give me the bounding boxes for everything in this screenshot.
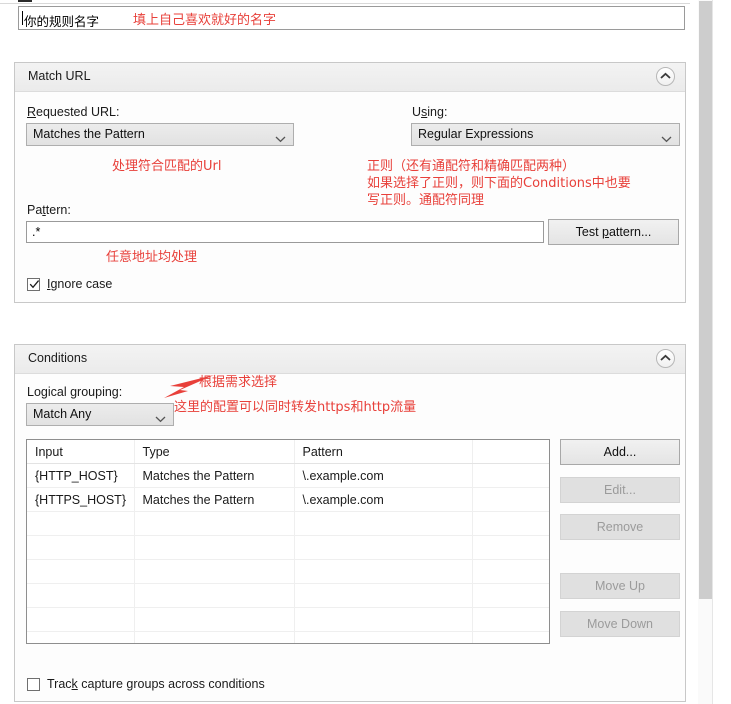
table-cell[interactable] <box>27 583 135 608</box>
table-cell[interactable] <box>134 631 295 643</box>
pattern-input[interactable]: .* <box>26 221 544 243</box>
requested-url-label: Requested URL: <box>27 105 120 119</box>
add-condition-button[interactable]: Add... <box>560 439 680 465</box>
table-cell[interactable]: \.example.com <box>294 487 473 512</box>
table-cell[interactable] <box>472 607 549 632</box>
cutoff-element-top <box>18 0 32 2</box>
table-cell[interactable] <box>472 583 549 608</box>
table-cell[interactable] <box>134 535 295 560</box>
table-cell[interactable] <box>472 535 549 560</box>
table-row[interactable] <box>27 559 549 584</box>
table-row[interactable] <box>27 583 549 608</box>
table-cell[interactable] <box>294 535 473 560</box>
ignore-case-label: Ignore case <box>47 277 113 291</box>
table-cell[interactable] <box>472 463 549 488</box>
table-cell[interactable] <box>294 607 473 632</box>
scrollbar-thumb[interactable] <box>699 1 712 599</box>
table-cell[interactable] <box>472 631 549 643</box>
conditions-panel-title: Conditions <box>28 351 88 365</box>
using-label: Using: <box>412 105 448 119</box>
rule-name-value: 你的规则名字 <box>24 15 100 29</box>
using-value: Regular Expressions <box>418 127 534 141</box>
column-header-pattern[interactable]: Pattern <box>294 440 473 464</box>
logical-grouping-value: Match Any <box>33 407 92 421</box>
pattern-value: .* <box>32 225 41 239</box>
table-cell[interactable] <box>27 631 135 643</box>
annotation-conditions-note: 这里的配置可以同时转发https和http流量 <box>174 400 417 415</box>
chevron-up-circle-icon[interactable] <box>656 67 675 86</box>
table-row[interactable] <box>27 607 549 632</box>
rule-name-input[interactable]: 你的规则名字 <box>18 6 685 30</box>
conditions-panel-header <box>15 345 685 374</box>
table-row[interactable]: {HTTP_HOST} Matches the Pattern \.example.… <box>27 463 549 488</box>
column-header-input[interactable]: Input <box>27 440 135 464</box>
remove-condition-button[interactable]: Remove <box>560 514 680 540</box>
table-cell[interactable]: Matches the Pattern <box>134 487 295 512</box>
pattern-label: Pattern: <box>27 203 71 217</box>
cutoff-divider-top <box>0 3 690 4</box>
table-cell[interactable] <box>294 511 473 536</box>
conditions-table-grid: Input Type Pattern {HTTP_HOST} Matches th… <box>27 440 549 643</box>
annotation-pattern: 任意地址均处理 <box>106 250 198 265</box>
table-row[interactable] <box>27 535 549 560</box>
table-row[interactable] <box>27 631 549 643</box>
annotation-rule-name: 填上自己喜欢就好的名字 <box>133 13 277 28</box>
rewrite-rule-editor: 你的规则名字 填上自己喜欢就好的名字 Match URL Requested U… <box>0 0 731 704</box>
chevron-down-icon <box>155 412 166 426</box>
table-cell[interactable] <box>27 535 135 560</box>
move-down-button[interactable]: Move Down <box>560 611 680 637</box>
annotation-using: 正则（还有通配符和精确匹配两种） 如果选择了正则，则下面的Conditions中… <box>367 159 631 208</box>
annotation-requested-url: 处理符合匹配的Url <box>112 159 222 174</box>
table-cell[interactable] <box>294 559 473 584</box>
table-cell[interactable] <box>134 559 295 584</box>
table-cell[interactable] <box>27 607 135 632</box>
table-cell[interactable] <box>134 583 295 608</box>
chevron-down-icon <box>275 132 286 146</box>
match-url-panel-title: Match URL <box>28 69 91 83</box>
table-header-row: Input Type Pattern <box>27 440 549 464</box>
checkbox-box <box>27 278 40 291</box>
text-caret <box>22 11 23 25</box>
edit-condition-button[interactable]: Edit... <box>560 477 680 503</box>
move-up-button[interactable]: Move Up <box>560 573 680 599</box>
test-pattern-button[interactable]: Test pattern... <box>548 219 679 245</box>
table-cell[interactable] <box>134 511 295 536</box>
table-cell[interactable]: {HTTPS_HOST} <box>27 487 135 512</box>
logical-grouping-label: Logical grouping: <box>27 385 123 399</box>
conditions-table-head: Input Type Pattern <box>27 440 549 464</box>
table-row[interactable] <box>27 511 549 536</box>
table-cell[interactable] <box>472 511 549 536</box>
logical-grouping-select[interactable]: Match Any <box>26 403 174 426</box>
using-select[interactable]: Regular Expressions <box>411 123 680 146</box>
table-cell[interactable] <box>134 607 295 632</box>
requested-url-select[interactable]: Matches the Pattern <box>26 123 294 146</box>
table-cell[interactable] <box>472 559 549 584</box>
track-capture-groups-label: Track capture groups across conditions <box>47 677 265 691</box>
table-cell[interactable]: \.example.com <box>294 463 473 488</box>
check-icon <box>29 279 40 293</box>
table-cell[interactable] <box>294 631 473 643</box>
window-right-edge <box>712 0 731 704</box>
requested-url-value: Matches the Pattern <box>33 127 145 141</box>
table-cell[interactable]: Matches the Pattern <box>134 463 295 488</box>
table-cell[interactable]: {HTTP_HOST} <box>27 463 135 488</box>
match-url-panel-header <box>15 63 685 92</box>
chevron-up-circle-icon[interactable] <box>656 349 675 368</box>
column-header-blank[interactable] <box>472 440 549 464</box>
conditions-table[interactable]: Input Type Pattern {HTTP_HOST} Matches th… <box>26 439 550 644</box>
vertical-scrollbar[interactable] <box>698 0 713 704</box>
conditions-table-body: {HTTP_HOST} Matches the Pattern \.example.… <box>27 463 549 643</box>
annotation-logical-grouping: 根据需求选择 <box>199 375 278 390</box>
conditions-panel: Conditions Logical grouping: Match Any I… <box>14 344 686 702</box>
chevron-up-glyph <box>660 72 671 79</box>
chevron-down-icon <box>661 132 672 146</box>
chevron-up-glyph <box>660 354 671 361</box>
table-cell[interactable] <box>27 559 135 584</box>
table-cell[interactable] <box>27 511 135 536</box>
table-cell[interactable] <box>294 583 473 608</box>
column-header-type[interactable]: Type <box>134 440 295 464</box>
table-row[interactable]: {HTTPS_HOST} Matches the Pattern \.example… <box>27 487 549 512</box>
table-cell[interactable] <box>472 487 549 512</box>
checkbox-box <box>27 678 40 691</box>
